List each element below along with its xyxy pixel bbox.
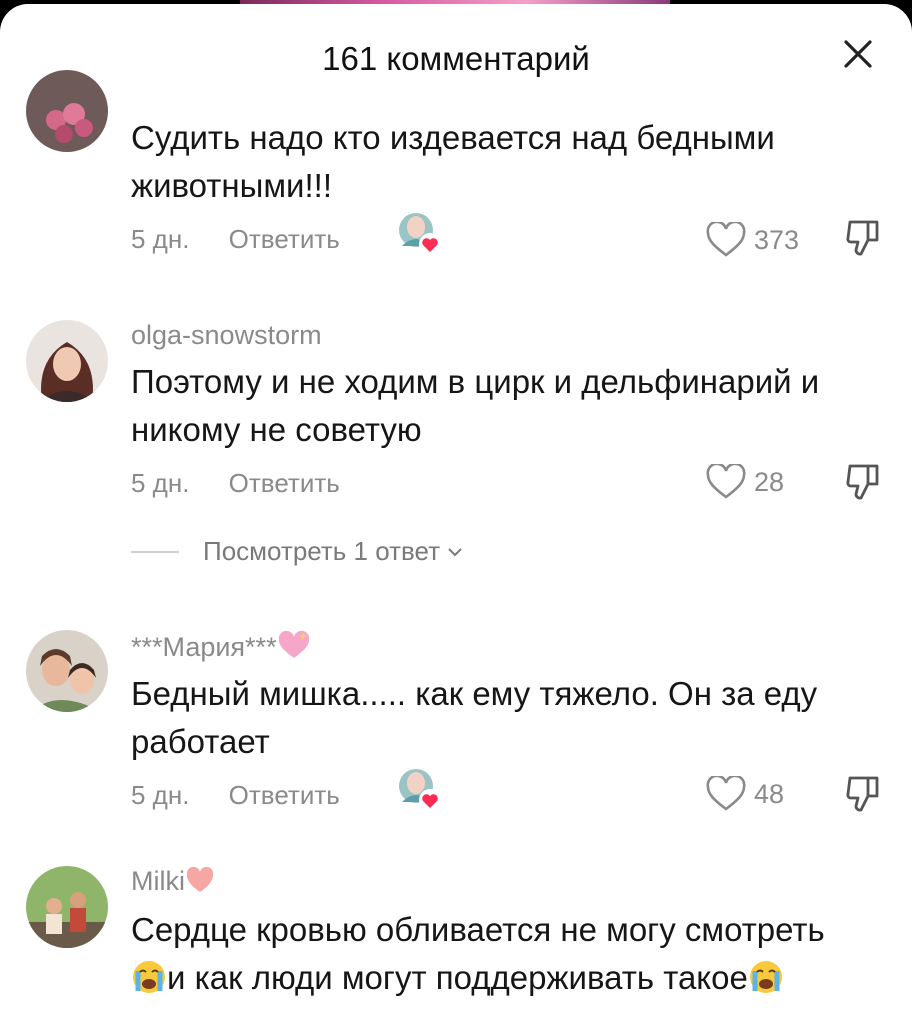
creator-liked-badge — [399, 213, 441, 255]
chevron-down-icon — [448, 547, 462, 556]
username-text: ***Мария*** — [131, 632, 277, 662]
comment-text-part: и как люди могут поддерживать такое — [167, 959, 748, 996]
like-count: 48 — [754, 778, 785, 809]
heart-outline-icon — [706, 222, 746, 257]
avatar[interactable] — [26, 630, 108, 712]
divider — [131, 550, 179, 553]
comment-time: 5 дн. — [131, 780, 190, 810]
comments-sheet: 161 комментарий Судить надо кто издевает… — [0, 4, 912, 1024]
comment-text: Сердце кровью обливается не могу смотрет… — [131, 906, 871, 1002]
comment-meta: 5 дн. Ответить — [131, 780, 340, 811]
creator-liked-badge — [399, 769, 441, 811]
comments-count-title: 161 комментарий — [322, 40, 590, 77]
avatar[interactable] — [26, 866, 108, 948]
avatar[interactable] — [26, 70, 108, 152]
heart-outline-icon — [706, 464, 746, 499]
pink-heart-icon — [186, 866, 214, 892]
like-button[interactable]: 28 — [706, 462, 784, 502]
dislike-icon[interactable] — [844, 462, 882, 502]
dislike-icon[interactable] — [844, 218, 882, 258]
comment-username[interactable]: olga-snowstorm — [131, 320, 322, 351]
comment-meta: 5 дн. Ответить — [131, 468, 340, 499]
reply-button[interactable]: Ответить — [229, 780, 340, 811]
like-button[interactable]: 373 — [706, 220, 799, 260]
like-count: 373 — [754, 224, 800, 255]
comment-username[interactable]: ***Мария*** — [131, 630, 311, 663]
close-icon[interactable] — [840, 36, 876, 72]
view-replies-button[interactable]: Посмотреть 1 ответ — [131, 536, 464, 567]
view-replies-label: Посмотреть 1 ответ — [203, 536, 441, 566]
reply-button[interactable]: Ответить — [229, 468, 340, 499]
reply-button[interactable]: Ответить — [229, 224, 340, 255]
comment-time: 5 дн. — [131, 468, 190, 498]
comment-text: Судить надо кто издевается над бедными ж… — [131, 119, 775, 204]
comment-meta: 5 дн. Ответить — [131, 224, 340, 255]
dislike-icon[interactable] — [844, 774, 882, 814]
username-text: Milki — [131, 866, 185, 896]
heart-outline-icon — [706, 776, 746, 811]
avatar[interactable] — [26, 320, 108, 402]
sparkling-heart-icon — [278, 630, 309, 658]
comment-time: 5 дн. — [131, 224, 190, 254]
loudly-crying-face-icon — [749, 961, 782, 993]
comment-username[interactable]: Milki — [131, 866, 215, 897]
like-count: 28 — [754, 466, 785, 497]
like-button[interactable]: 48 — [706, 774, 784, 814]
loudly-crying-face-icon — [133, 961, 165, 993]
comment-text: Поэтому и не ходим в цирк и дельфинарий … — [131, 363, 820, 448]
comment-text: Бедный мишка..... как ему тяжело. Он за … — [131, 675, 818, 760]
comment-text-part: Сердце кровью обливается не могу смотрет… — [131, 911, 825, 948]
